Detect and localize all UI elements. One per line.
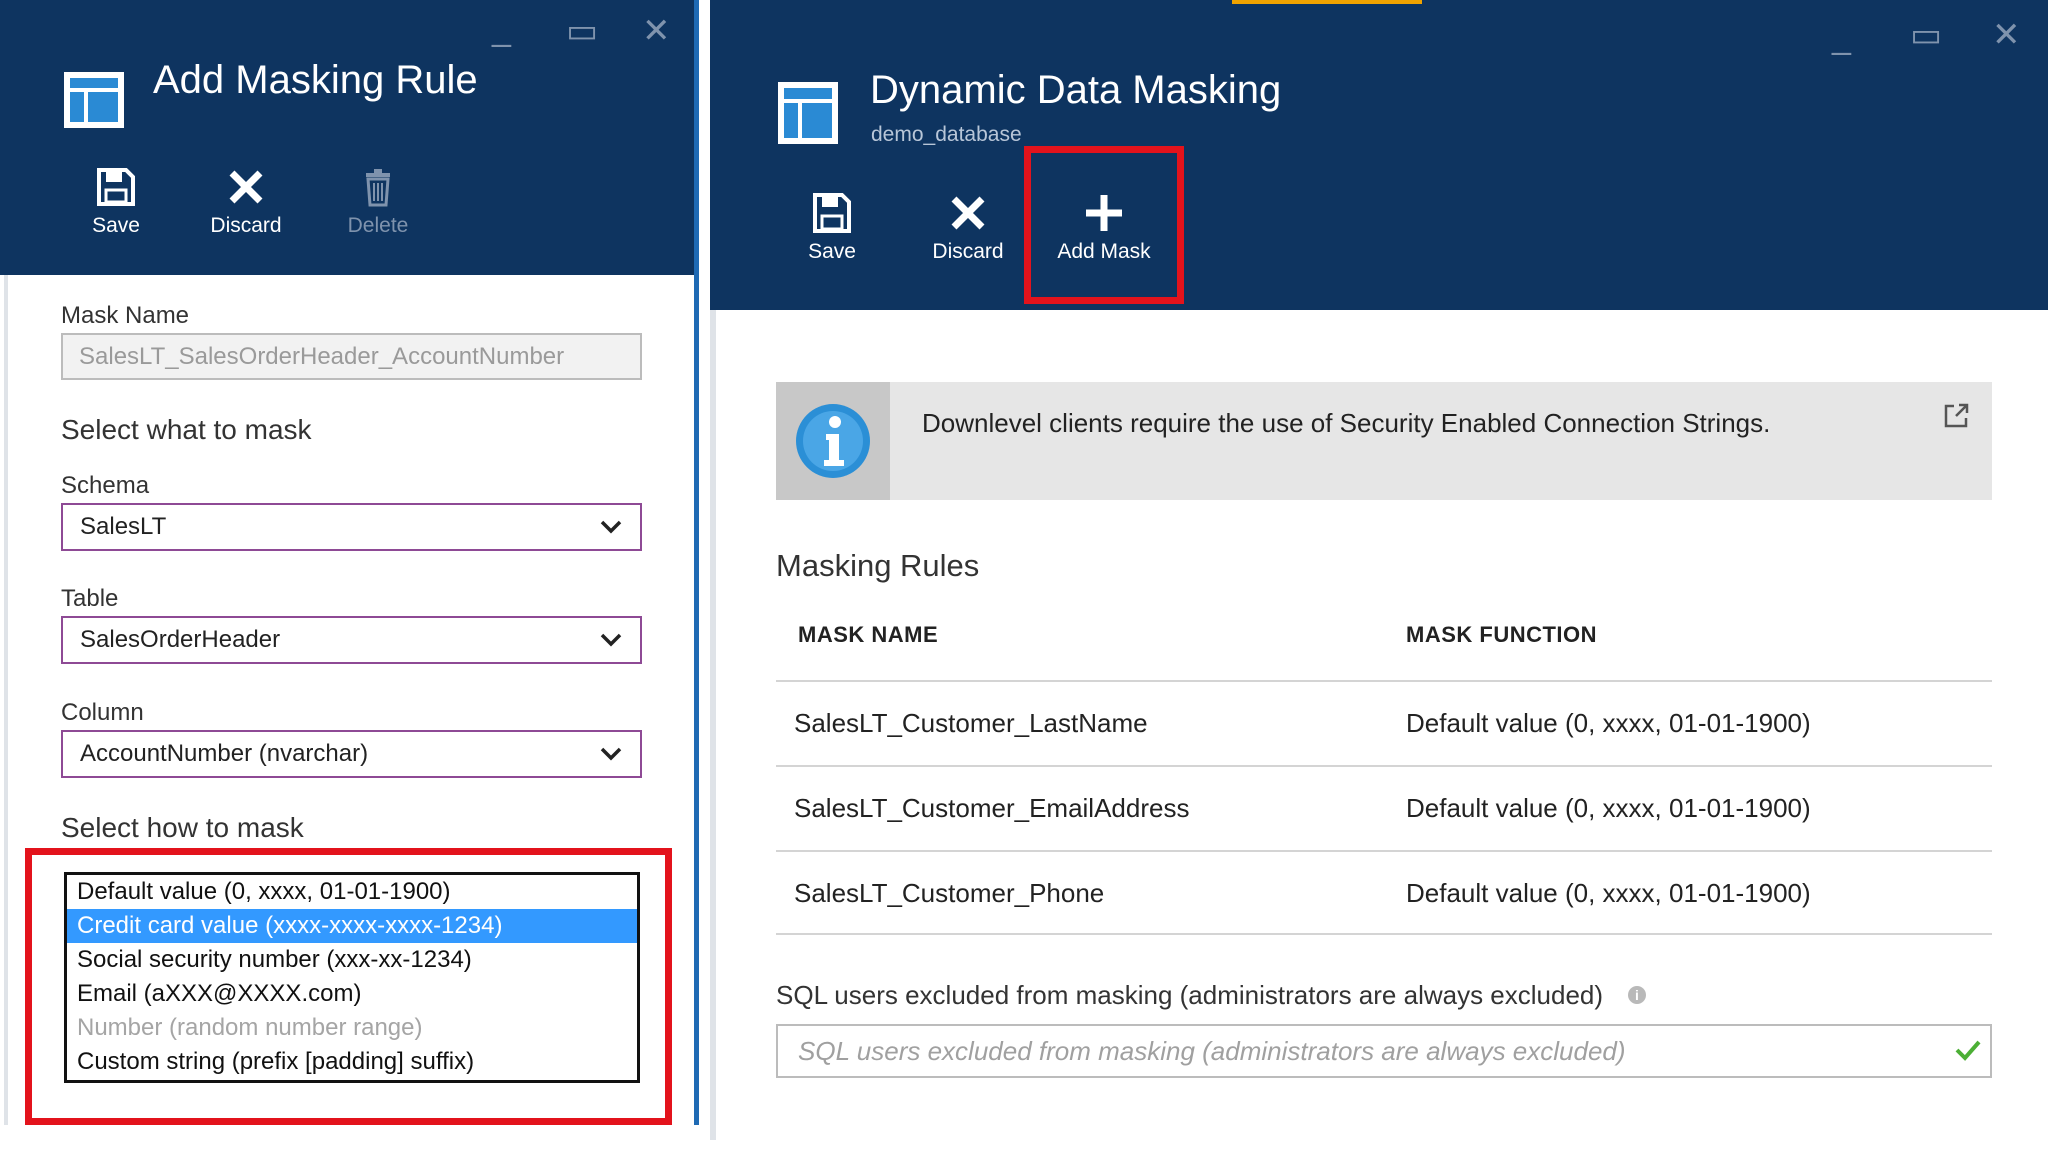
blade-table-icon bbox=[64, 72, 124, 128]
table-row[interactable]: SalesLT_Customer_EmailAddress Default va… bbox=[776, 765, 1992, 850]
mask-function-option-disabled: Number (random number range) bbox=[77, 1014, 423, 1041]
schema-label: Schema bbox=[61, 472, 150, 499]
chevron-down-icon bbox=[600, 520, 622, 534]
chevron-down-icon bbox=[600, 633, 622, 647]
blade-title: Dynamic Data Masking bbox=[870, 68, 1282, 112]
discard-button[interactable]: Discard bbox=[186, 164, 306, 238]
external-link-icon[interactable] bbox=[1942, 402, 1970, 430]
delete-label: Delete bbox=[347, 214, 409, 237]
blade-header: _ ▭ ✕ Add Masking Rule Save Discard Dele… bbox=[0, 0, 694, 275]
excluded-users-label: SQL users excluded from masking (adminis… bbox=[776, 980, 1604, 1010]
column-header-mask-function[interactable]: MASK FUNCTION bbox=[1406, 622, 1597, 648]
rule-name: SalesLT_Customer_LastName bbox=[794, 708, 1148, 738]
close-button[interactable]: ✕ bbox=[642, 14, 671, 48]
maximize-button[interactable]: ▭ bbox=[566, 14, 598, 48]
close-icon bbox=[229, 170, 263, 204]
blade-subtitle: demo_database bbox=[871, 123, 1022, 146]
excluded-users-info-icon[interactable]: i bbox=[1628, 986, 1646, 1004]
minimize-button[interactable]: _ bbox=[492, 12, 511, 46]
table-value: SalesOrderHeader bbox=[80, 626, 281, 653]
mask-function-option-selected[interactable]: Credit card value (xxxx-xxxx-xxxx-1234) bbox=[67, 909, 637, 943]
info-icon-box bbox=[776, 382, 890, 500]
blade-header: _ ▭ ✕ Dynamic Data Masking demo_database… bbox=[710, 0, 2048, 310]
table-row[interactable]: SalesLT_Customer_Phone Default value (0,… bbox=[776, 850, 1992, 935]
blade-edge bbox=[4, 275, 8, 1125]
column-label: Column bbox=[61, 699, 144, 726]
mask-function-list[interactable]: Default value (0, xxxx, 01-01-1900) Cred… bbox=[64, 872, 640, 1083]
mask-name-label: Mask Name bbox=[61, 302, 190, 329]
trash-icon bbox=[366, 169, 390, 207]
info-banner-text: Downlevel clients require the use of Sec… bbox=[922, 408, 1771, 438]
add-mask-highlight bbox=[1024, 146, 1184, 304]
schema-value: SalesLT bbox=[80, 513, 167, 540]
table-row[interactable]: SalesLT_Customer_LastName Default value … bbox=[776, 680, 1992, 765]
rule-name: SalesLT_Customer_Phone bbox=[794, 878, 1105, 908]
info-banner[interactable]: Downlevel clients require the use of Sec… bbox=[776, 382, 1992, 500]
info-icon bbox=[796, 404, 870, 478]
mask-function-option[interactable]: Custom string (prefix [padding] suffix) bbox=[67, 1045, 637, 1079]
blade-divider bbox=[694, 0, 699, 1125]
masking-rules-title: Masking Rules bbox=[776, 548, 980, 583]
rule-function: Default value (0, xxxx, 01-01-1900) bbox=[1406, 878, 1811, 908]
table-select[interactable]: SalesOrderHeader bbox=[61, 616, 642, 664]
blade-table-icon bbox=[778, 82, 838, 144]
minimize-button[interactable]: _ bbox=[1832, 20, 1851, 54]
discard-button[interactable]: Discard bbox=[908, 190, 1028, 264]
close-icon bbox=[951, 196, 985, 230]
mask-name-field[interactable]: SalesLT_SalesOrderHeader_AccountNumber bbox=[61, 333, 642, 380]
maximize-button[interactable]: ▭ bbox=[1910, 18, 1942, 52]
rule-function: Default value (0, xxxx, 01-01-1900) bbox=[1406, 708, 1811, 738]
mask-function-option[interactable]: Default value (0, xxxx, 01-01-1900) bbox=[67, 875, 637, 909]
column-value: AccountNumber (nvarchar) bbox=[80, 740, 369, 767]
rule-function: Default value (0, xxxx, 01-01-1900) bbox=[1406, 793, 1811, 823]
select-what-heading: Select what to mask bbox=[61, 414, 312, 445]
table-label: Table bbox=[61, 585, 119, 612]
save-button[interactable]: Save bbox=[56, 164, 176, 238]
blade-title: Add Masking Rule bbox=[153, 58, 478, 102]
delete-button[interactable]: Delete bbox=[318, 164, 438, 238]
rule-name: SalesLT_Customer_EmailAddress bbox=[794, 793, 1190, 823]
chevron-down-icon bbox=[600, 747, 622, 761]
mask-function-option[interactable]: Email (aXXX@XXXX.com) bbox=[67, 977, 637, 1011]
mask-function-option[interactable]: Social security number (xxx-xx-1234) bbox=[67, 943, 637, 977]
select-how-heading: Select how to mask bbox=[61, 812, 304, 843]
active-tab-accent bbox=[1232, 0, 1422, 4]
schema-select[interactable]: SalesLT bbox=[61, 503, 642, 551]
column-header-mask-name[interactable]: MASK NAME bbox=[798, 622, 938, 648]
excluded-users-input[interactable]: SQL users excluded from masking (adminis… bbox=[776, 1024, 1992, 1078]
column-select[interactable]: AccountNumber (nvarchar) bbox=[61, 730, 642, 778]
save-icon bbox=[813, 193, 851, 233]
checkmark-icon bbox=[1955, 1040, 1981, 1061]
save-button[interactable]: Save bbox=[772, 190, 892, 264]
discard-label: Discard bbox=[210, 214, 282, 237]
save-label: Save bbox=[808, 240, 856, 263]
blade-edge bbox=[710, 310, 716, 1140]
save-icon bbox=[97, 168, 135, 206]
save-label: Save bbox=[92, 214, 140, 237]
excluded-users-placeholder: SQL users excluded from masking (adminis… bbox=[798, 1036, 1626, 1066]
add-masking-rule-blade: _ ▭ ✕ Add Masking Rule Save Discard Dele… bbox=[0, 0, 706, 1152]
dynamic-data-masking-blade: _ ▭ ✕ Dynamic Data Masking demo_database… bbox=[710, 0, 2048, 1152]
discard-label: Discard bbox=[932, 240, 1004, 263]
close-button[interactable]: ✕ bbox=[1992, 18, 2021, 52]
